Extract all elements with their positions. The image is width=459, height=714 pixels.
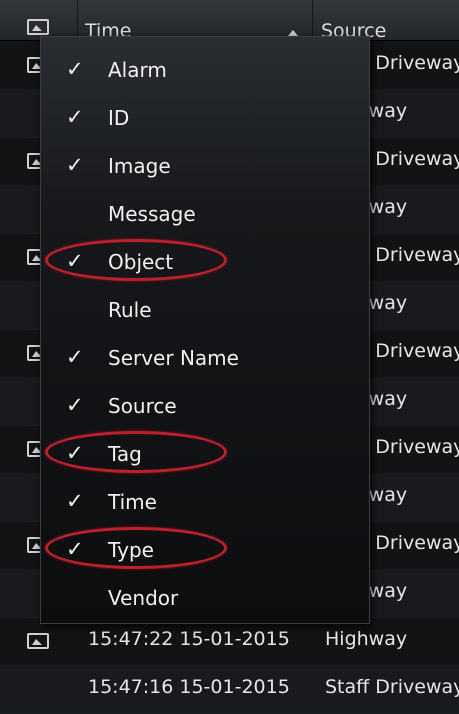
menu-item-label: Time: [108, 490, 157, 514]
menu-item-object[interactable]: ✓ Object: [41, 237, 369, 285]
checkmark-icon: ✓: [66, 441, 84, 465]
menu-item-type[interactable]: ✓ Type: [41, 525, 369, 573]
cell-time: 15:47:16 15-01-2015: [88, 676, 290, 698]
menu-item-vendor[interactable]: Vendor: [41, 573, 369, 621]
menu-item-label: Object: [108, 250, 174, 274]
menu-item-label: Tag: [108, 442, 142, 466]
checkmark-icon: ✓: [66, 345, 84, 369]
menu-item-message[interactable]: Message: [41, 189, 369, 237]
checkmark-icon: ✓: [66, 153, 84, 177]
checkmark-icon: ✓: [66, 489, 84, 513]
menu-item-rule[interactable]: Rule: [41, 285, 369, 333]
image-icon[interactable]: [27, 19, 49, 35]
menu-item-label: Source: [108, 394, 177, 418]
menu-item-label: Alarm: [108, 58, 167, 82]
menu-item-label: Server Name: [108, 346, 239, 370]
menu-item-alarm[interactable]: ✓ Alarm: [41, 45, 369, 93]
column-header-source[interactable]: Source: [313, 0, 459, 42]
menu-item-label: Vendor: [108, 586, 179, 610]
menu-item-source[interactable]: ✓ Source: [41, 381, 369, 429]
checkmark-icon: ✓: [66, 105, 84, 129]
grid-header: Time Source: [0, 0, 459, 42]
checkmark-icon: ✓: [66, 249, 84, 273]
menu-item-label: Rule: [108, 298, 152, 322]
table-row[interactable]: 15:47:22 15-01-2015 Highway: [0, 617, 459, 666]
table-row[interactable]: 15:47:16 15-01-2015 Staff Driveway: [0, 665, 459, 714]
menu-item-label: Image: [108, 154, 171, 178]
menu-item-server-name[interactable]: ✓ Server Name: [41, 333, 369, 381]
menu-item-id[interactable]: ✓ ID: [41, 93, 369, 141]
checkmark-icon: ✓: [66, 537, 84, 561]
checkmark-icon: ✓: [66, 393, 84, 417]
cell-source: Highway: [325, 628, 408, 650]
menu-item-tag[interactable]: ✓ Tag: [41, 429, 369, 477]
column-header-time[interactable]: Time: [78, 0, 313, 42]
cell-time: 15:47:22 15-01-2015: [88, 628, 290, 650]
menu-item-label: Message: [108, 202, 196, 226]
menu-item-label: Type: [108, 538, 154, 562]
menu-item-time[interactable]: ✓ Time: [41, 477, 369, 525]
column-chooser-header[interactable]: [0, 0, 78, 40]
column-chooser-menu: ✓ Alarm ✓ ID ✓ Image Message ✓ Object Rule ✓ Server…: [40, 36, 370, 624]
menu-item-label: ID: [108, 106, 130, 130]
cell-source: Staff Driveway: [325, 676, 459, 698]
checkmark-icon: ✓: [66, 57, 84, 81]
image-icon[interactable]: [27, 633, 49, 649]
menu-item-image[interactable]: ✓ Image: [41, 141, 369, 189]
